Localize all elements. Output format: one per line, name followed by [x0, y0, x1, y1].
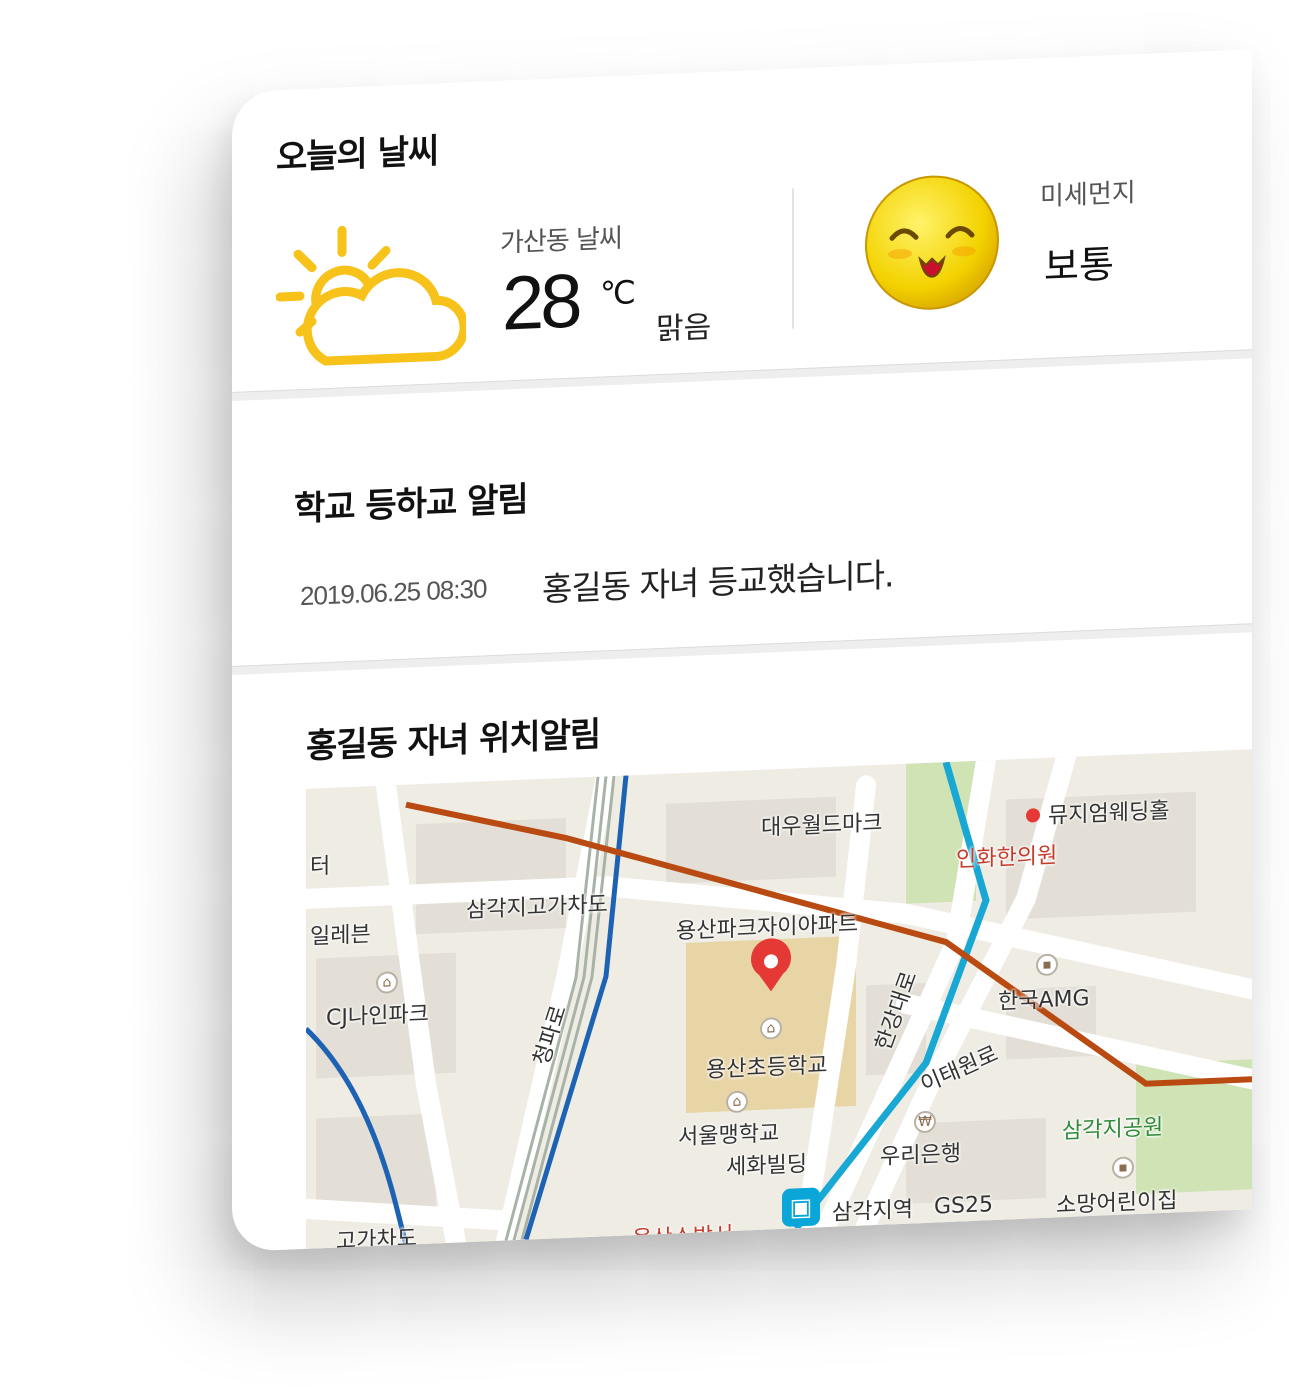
map-label-somang: 소망어린이집: [1056, 1188, 1178, 1219]
dust-value: 보통: [1044, 242, 1114, 289]
temperature-value: 28: [502, 258, 579, 347]
map-label-hankook: 한국AMG: [998, 986, 1090, 1015]
map-label-school: 용산초등학교: [706, 1053, 828, 1084]
map-label-samgak-park: 삼각지공원: [1062, 1114, 1164, 1145]
weather-region: 가산동 날씨: [500, 223, 622, 259]
map-label-daewoo: 대우월드마크: [761, 810, 883, 841]
location-map[interactable]: 대우월드마크 뮤지엄웨딩홀 인화한의원 삼각지고가차도 용산파크자이아파트 터 …: [306, 749, 1252, 1249]
map-label-cj: CJ나인파크: [326, 1001, 429, 1032]
map-label-samgak-overpass: 삼각지고가차도: [466, 892, 608, 924]
map-label-inhwa: 인화한의원: [956, 843, 1058, 873]
location-title: 홍길동 자녀 위치알림: [306, 714, 601, 767]
map-label-museum: 뮤지엄웨딩홀: [1048, 798, 1170, 829]
partly-sunny-icon: [276, 225, 466, 366]
subway-icon: ▣: [782, 1187, 820, 1227]
weather-title: 오늘의 날씨: [276, 131, 439, 179]
map-label-sehwa: 세화빌딩: [726, 1151, 807, 1181]
school-title: 학교 등하교 알림: [294, 479, 528, 530]
dust-label: 미세먼지: [1040, 178, 1136, 213]
notification-time: 2019.06.25 08:30: [300, 573, 487, 612]
map-label-samgak-station: 삼각지역: [832, 1197, 913, 1226]
map-label-gs25: GS25: [934, 1192, 994, 1220]
map-label-woori: 우리은행: [880, 1141, 961, 1170]
map-label-overpass2: 고가차도: [336, 1226, 417, 1249]
temperature-unit: ℃: [600, 273, 636, 313]
section-divider: [232, 623, 1252, 675]
map-label-eleven: 일레븐: [310, 922, 371, 950]
dashboard-card: 오늘의 날씨 가산동 날씨 28 ℃ 맑음 미세먼지 보통 학교 등하교 알림 …: [232, 49, 1252, 1252]
smiling-face-icon: [865, 175, 999, 310]
weather-condition: 맑음: [656, 309, 712, 348]
map-label-seoul-blind: 서울맹학교: [678, 1121, 780, 1151]
notification-message: 홍길동 자녀 등교했습니다.: [542, 555, 894, 610]
weather-divider: [792, 188, 794, 329]
map-label-ter: 터: [310, 853, 331, 880]
map-label-fire: 용산소방서: [632, 1222, 734, 1249]
